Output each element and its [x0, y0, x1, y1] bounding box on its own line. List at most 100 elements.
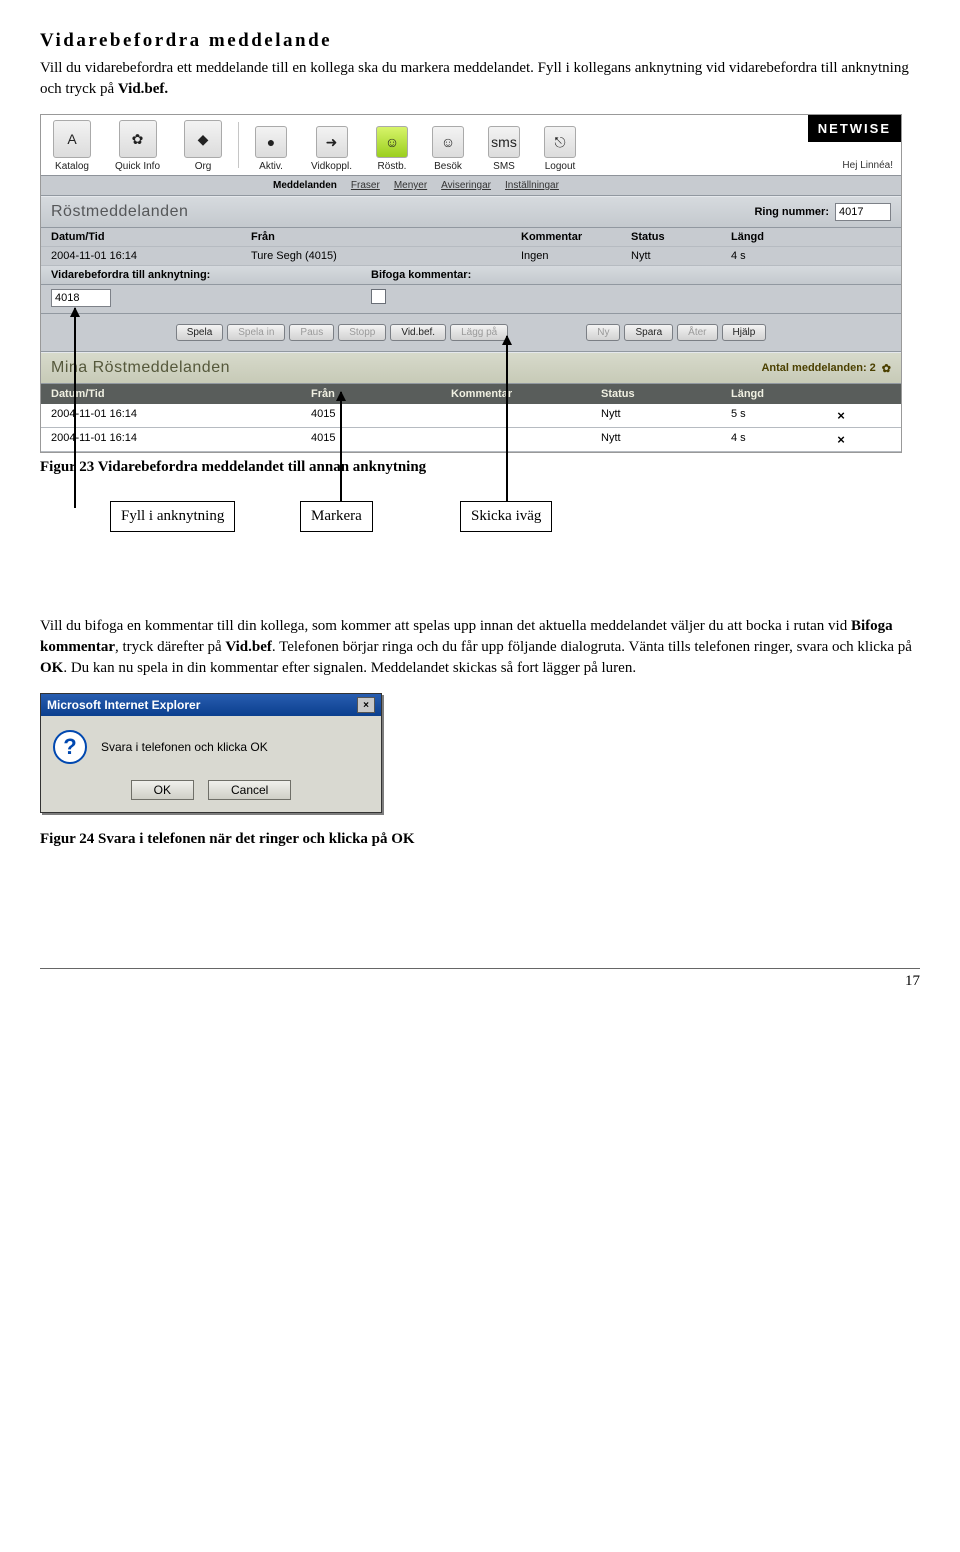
mcol-kommentar: Kommentar [451, 388, 601, 400]
question-icon: ? [53, 730, 87, 764]
dialog-titlebar: Microsoft Internet Explorer × [41, 694, 381, 716]
nav-besok[interactable]: ☺ Besök [420, 122, 476, 175]
cell-kom [451, 432, 601, 447]
close-icon[interactable]: × [357, 697, 375, 713]
forward-icon: ➜ [316, 126, 348, 158]
btn-laggpa[interactable]: Lägg på [450, 324, 508, 341]
delete-icon[interactable]: × [821, 408, 861, 423]
p2f: OK [40, 660, 63, 676]
voice-icon: ☺ [376, 126, 408, 158]
sms-icon: sms [488, 126, 520, 158]
mcol-langd: Längd [731, 388, 821, 400]
subnav-meddelanden[interactable]: Meddelanden [273, 180, 337, 191]
p2g: . Du kan nu spela in din kommentar efter… [63, 660, 636, 676]
p2e: . Telefonen börjar ringa och du får upp … [272, 639, 912, 655]
col-status: Status [631, 231, 731, 243]
brand-logo: NETWISE [808, 115, 901, 142]
p2a: Vill du bifoga en kommentar till din kol… [40, 618, 851, 634]
section-bar-rostmeddelanden: Röstmeddelanden Ring nummer: [41, 196, 901, 228]
dialog-title: Microsoft Internet Explorer [47, 698, 200, 712]
section-heading: Vidarebefordra meddelande [40, 30, 920, 52]
page-number: 17 [905, 973, 920, 989]
sub-nav: Meddelanden Fraser Menyer Aviseringar In… [41, 176, 901, 196]
mina-header-row: Datum/Tid Från Kommentar Status Längd [41, 384, 901, 404]
btn-vidbef[interactable]: Vid.bef. [390, 324, 446, 341]
btn-stopp[interactable]: Stopp [338, 324, 386, 341]
cell-from: 4015 [311, 408, 451, 423]
callout-c: Skicka iväg [460, 501, 552, 532]
nav-logout[interactable]: ⎋ Logout [532, 122, 588, 175]
btn-spela[interactable]: Spela [176, 324, 224, 341]
nav-sms-label: SMS [493, 161, 515, 172]
subnav-installningar[interactable]: Inställningar [505, 180, 559, 191]
msg-len: 4 s [731, 250, 801, 262]
nav-quick-label: Quick Info [115, 161, 160, 172]
callout-a: Fyll i anknytning [110, 501, 235, 532]
nav-org-label: Org [195, 161, 212, 172]
button-bar: Spela Spela in Paus Stopp Vid.bef. Lägg … [41, 314, 901, 352]
intro-b: Vid.bef. [118, 81, 168, 97]
btn-ater[interactable]: Åter [677, 324, 717, 341]
ok-button[interactable]: OK [131, 780, 194, 800]
btn-paus[interactable]: Paus [289, 324, 334, 341]
visitor-icon: ☺ [432, 126, 464, 158]
list-item[interactable]: 2004-11-01 16:14 4015 Nytt 5 s × [41, 404, 901, 428]
p2c: , tryck därefter på [115, 639, 225, 655]
btn-spela-in[interactable]: Spela in [227, 324, 285, 341]
cell-kom [451, 408, 601, 423]
attach-comment-checkbox[interactable] [371, 289, 386, 304]
col-datumtid: Datum/Tid [51, 231, 251, 243]
msg-kom: Ingen [521, 250, 631, 262]
forward-input-row [41, 285, 901, 314]
page-footer: 17 [40, 968, 920, 990]
flower-icon: ✿ [119, 120, 157, 158]
msg-header-row: Datum/Tid Från Kommentar Status Längd [41, 228, 901, 247]
mcol-status: Status [601, 388, 731, 400]
btn-hjalp[interactable]: Hjälp [722, 324, 767, 341]
ie-dialog: Microsoft Internet Explorer × ? Svara i … [40, 693, 382, 813]
col-kommentar: Kommentar [521, 231, 631, 243]
nav-aktiv-label: Aktiv. [259, 161, 283, 172]
callout-b: Markera [300, 501, 373, 532]
msg-from: Ture Segh (4015) [251, 250, 521, 262]
book-icon: A [53, 120, 91, 158]
nav-rostb[interactable]: ☺ Röstb. [364, 122, 420, 175]
ring-number-input[interactable] [835, 203, 891, 221]
cancel-button[interactable]: Cancel [208, 780, 291, 800]
attach-comment-label: Bifoga kommentar: [371, 269, 891, 281]
intro-paragraph: Vill du vidarebefordra ett meddelande ti… [40, 58, 920, 100]
nav-sms[interactable]: sms SMS [476, 122, 532, 175]
nav-vidkoppl[interactable]: ➜Vidkoppl. [299, 122, 364, 175]
delete-icon[interactable]: × [821, 432, 861, 447]
msg-dt: 2004-11-01 16:14 [51, 250, 251, 262]
list-item[interactable]: 2004-11-01 16:14 4015 Nytt 4 s × [41, 428, 901, 452]
forward-ext-input[interactable] [51, 289, 111, 307]
nav-quick-info[interactable]: ✿ Quick Info [103, 116, 172, 175]
greeting: Hej Linnéa! [842, 160, 893, 171]
col-fran: Från [251, 231, 521, 243]
nav-rostb-label: Röstb. [378, 161, 407, 172]
subnav-fraser[interactable]: Fraser [351, 180, 380, 191]
nav-aktiv[interactable]: ●Aktiv. [243, 122, 299, 175]
forward-header-row: Vidarebefordra till anknytning: Bifoga k… [41, 266, 901, 285]
intro-a: Vill du vidarebefordra ett meddelande ti… [40, 60, 909, 97]
nav-katalog[interactable]: AKatalog [41, 116, 103, 175]
nav-besok-label: Besök [434, 161, 462, 172]
dialog-message: Svara i telefonen och klicka OK [101, 740, 268, 754]
cell-st: Nytt [601, 432, 731, 447]
subnav-menyer[interactable]: Menyer [394, 180, 427, 191]
nav-separator [238, 122, 239, 168]
cell-dt: 2004-11-01 16:14 [51, 432, 311, 447]
btn-spara[interactable]: Spara [624, 324, 673, 341]
cell-dt: 2004-11-01 16:14 [51, 408, 311, 423]
nav-org[interactable]: ◆Org [172, 116, 234, 175]
antal-label: Antal meddelanden: 2 [761, 362, 875, 374]
msg-row[interactable]: 2004-11-01 16:14 Ture Segh (4015) Ingen … [41, 247, 901, 266]
col-langd: Längd [731, 231, 801, 243]
top-nav: AKatalog ✿ Quick Info ◆Org ●Aktiv. ➜Vidko… [41, 115, 901, 176]
btn-ny[interactable]: Ny [586, 324, 620, 341]
logout-icon: ⎋ [544, 126, 576, 158]
nav-logout-label: Logout [545, 161, 576, 172]
subnav-aviseringar[interactable]: Aviseringar [441, 180, 491, 191]
paragraph-2: Vill du bifoga en kommentar till din kol… [40, 616, 920, 679]
